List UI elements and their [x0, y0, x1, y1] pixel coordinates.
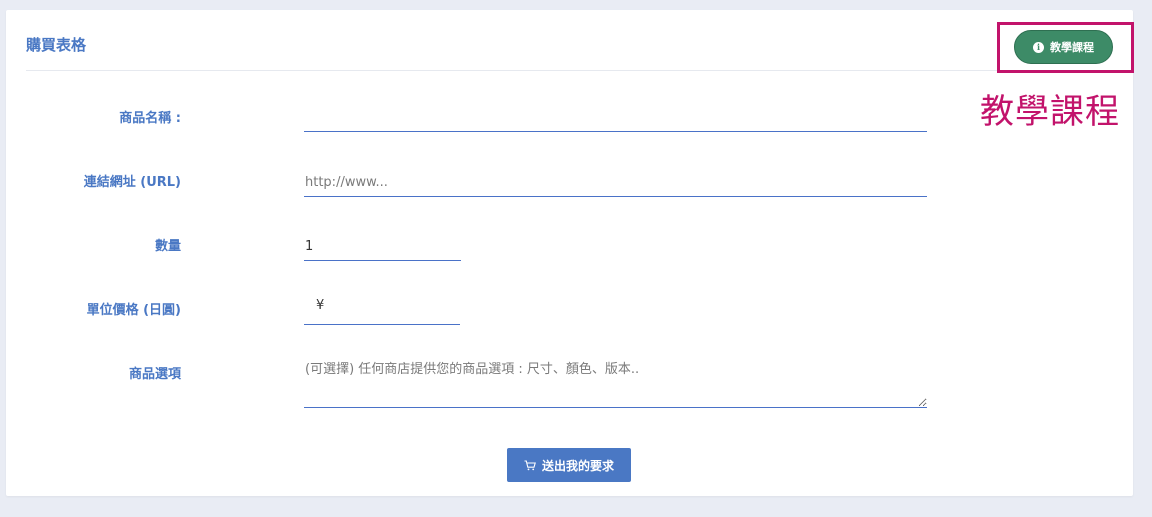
product-options-textarea[interactable]	[304, 361, 927, 408]
tutorial-annotation: 教學課程	[980, 92, 1120, 132]
quantity-label: 數量	[154, 239, 181, 254]
product-options-label: 商品選項	[128, 367, 181, 382]
quantity-input[interactable]	[304, 232, 461, 261]
form-header: 購買表格	[26, 10, 1114, 71]
info-circle-icon: i	[1033, 41, 1044, 53]
unit-price-input[interactable]	[304, 296, 460, 325]
product-name-label: 商品名稱 :	[119, 111, 181, 126]
tutorial-button-label: 教學課程	[1050, 41, 1094, 54]
form-title: 購買表格	[26, 36, 87, 54]
tutorial-button[interactable]: i 教學課程	[1014, 30, 1113, 64]
url-input[interactable]	[304, 168, 927, 197]
shopping-cart-icon	[524, 459, 536, 470]
url-label: 連結網址 (URL)	[83, 175, 181, 190]
submit-request-button[interactable]: 送出我的要求	[507, 448, 631, 482]
product-name-input[interactable]	[304, 104, 927, 132]
submit-button-label: 送出我的要求	[541, 458, 614, 473]
unit-price-label: 單位價格 (日圓)	[86, 303, 181, 318]
